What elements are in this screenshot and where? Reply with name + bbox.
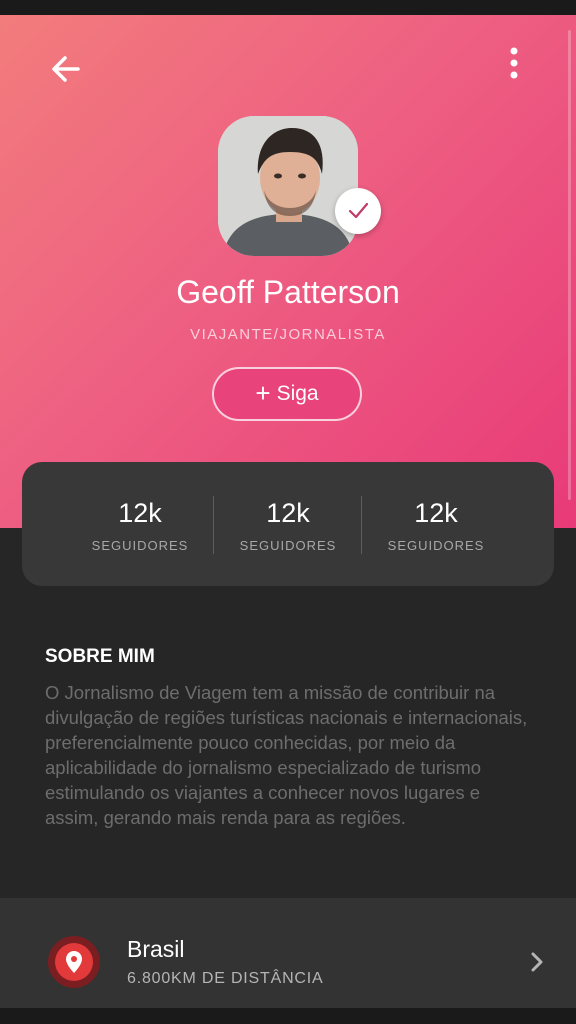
about-title: SOBRE MIM xyxy=(45,646,155,667)
location-chevron[interactable] xyxy=(526,950,548,974)
bottom-bar xyxy=(0,1008,576,1024)
stats-card: 12k SEGUIDORES 12k SEGUIDORES 12k SEGUID… xyxy=(22,462,554,586)
status-bar xyxy=(0,0,576,15)
more-options-button[interactable] xyxy=(498,44,530,84)
profile-name: Geoff Patterson xyxy=(176,274,400,310)
stat-value: 12k xyxy=(266,498,310,528)
scrollbar[interactable] xyxy=(568,30,571,500)
stat-value: 12k xyxy=(414,498,458,528)
stat-followers-3[interactable]: 12k SEGUIDORES xyxy=(362,462,510,586)
location-distance: 6.800KM DE DISTÂNCIA xyxy=(127,970,324,987)
verified-badge xyxy=(335,188,381,234)
plus-icon: + xyxy=(255,377,271,408)
stat-label: SEGUIDORES xyxy=(387,538,485,553)
arrow-left-icon xyxy=(52,56,80,82)
stat-followers-1[interactable]: 12k SEGUIDORES xyxy=(66,462,214,586)
more-vertical-icon xyxy=(510,47,518,79)
stat-value: 12k xyxy=(118,498,162,528)
stat-label: SEGUIDORES xyxy=(239,538,337,553)
location-icon-circle xyxy=(55,943,93,981)
chevron-right-icon xyxy=(531,952,543,972)
back-button[interactable] xyxy=(46,50,86,90)
stat-label: SEGUIDORES xyxy=(91,538,189,553)
avatar[interactable] xyxy=(218,116,358,256)
profile-header xyxy=(0,15,576,528)
avatar-container xyxy=(218,116,381,256)
stat-followers-2[interactable]: 12k SEGUIDORES xyxy=(214,462,362,586)
location-name: Brasil xyxy=(127,936,185,962)
check-icon xyxy=(348,202,369,219)
profile-role: VIAJANTE/JORNALISTA xyxy=(190,326,386,343)
map-pin-icon xyxy=(66,951,82,973)
avatar-portrait xyxy=(218,116,358,256)
follow-button[interactable]: + Siga xyxy=(212,367,362,421)
follow-label: Siga xyxy=(276,382,319,405)
about-text: O Jornalismo de Viagem tem a missão de c… xyxy=(45,682,528,828)
